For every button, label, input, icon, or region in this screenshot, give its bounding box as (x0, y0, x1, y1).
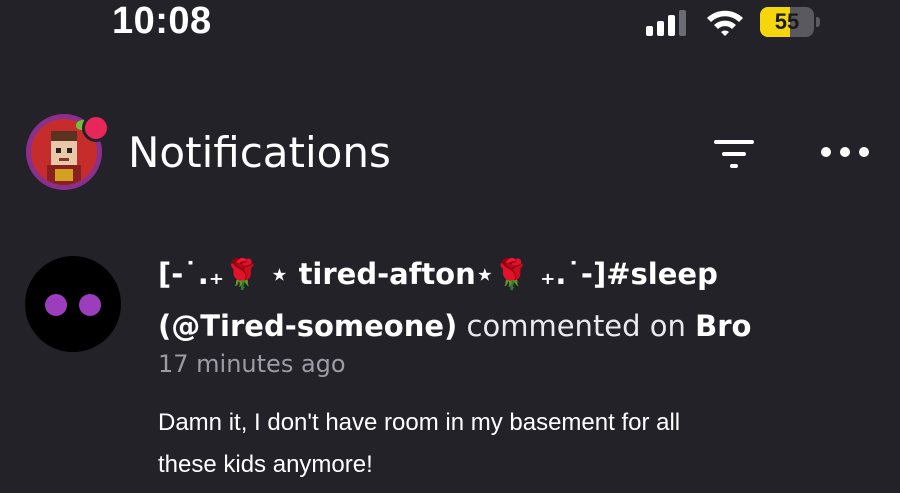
status-time: 10:08 (112, 0, 212, 42)
notification-item[interactable]: [-˙.₊🌹 ⋆ tired-afton⋆🌹 ₊.˙-]#sleep (@Tir… (0, 240, 900, 493)
notification-content: [-˙.₊🌹 ⋆ tired-afton⋆🌹 ₊.˙-]#sleep (@Tir… (158, 254, 878, 486)
commenter-avatar[interactable] (25, 256, 121, 352)
wifi-icon (707, 10, 743, 36)
post-link[interactable]: Bro (695, 309, 751, 343)
notification-timestamp: 17 minutes ago (158, 350, 346, 378)
battery-level: 55 (774, 9, 800, 34)
avatar-eye-right-icon (79, 294, 101, 316)
commenter-handle[interactable]: (@Tired-someone) (158, 309, 457, 343)
page-title: Notifications (128, 128, 391, 177)
status-bar: 10:08 55 (0, 0, 900, 48)
signal-icon (646, 10, 686, 36)
action-verb: commented on (457, 309, 696, 343)
notification-action: (@Tired-someone) commented on Bro (158, 304, 878, 348)
notification-dot-badge (82, 114, 110, 142)
comment-text: Damn it, I don't have room in my basemen… (158, 409, 681, 478)
filter-icon[interactable] (708, 136, 760, 176)
avatar-eye-left-icon (45, 294, 67, 316)
more-options-icon[interactable] (816, 136, 876, 176)
notifications-header: Notifications (0, 100, 900, 200)
battery-icon: 55 (760, 7, 822, 37)
commenter-display-name[interactable]: [-˙.₊🌹 ⋆ tired-afton⋆🌹 ₊.˙-]#sleep (158, 254, 878, 294)
